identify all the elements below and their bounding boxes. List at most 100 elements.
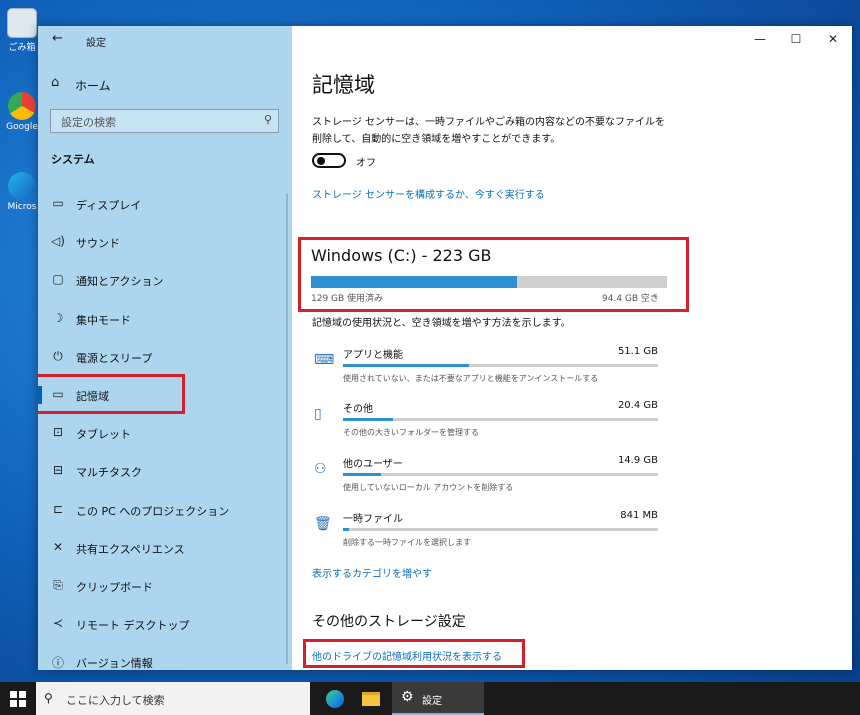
close-button[interactable]: ✕ [823, 32, 843, 46]
window-title: 設定 [86, 38, 106, 49]
taskbar-edge-button[interactable] [320, 686, 350, 711]
drive-usage-bar [311, 276, 667, 288]
taskbar-search-box[interactable]: ⚲ ここに入力して検索 [36, 682, 310, 715]
info-icon: ⓘ [51, 656, 64, 670]
back-arrow-icon[interactable]: ← [52, 31, 63, 46]
power-icon: ⏻ [53, 349, 63, 363]
taskbar-settings-button[interactable]: ⚙ 設定 [392, 682, 484, 715]
settings-search-box[interactable]: ⚲ [50, 109, 279, 133]
taskbar-search-placeholder: ここに入力して検索 [66, 694, 165, 707]
folder-icon: ▯ [314, 406, 322, 422]
other-drives-usage-link[interactable]: 他のドライブの記憶域利用状況を表示する [312, 648, 502, 663]
settings-search-input[interactable] [59, 111, 253, 133]
windows-start-icon[interactable] [10, 691, 26, 707]
edge-shortcut[interactable]: Micros [4, 172, 40, 212]
sidebar-item-focus-assist[interactable]: ☽ 集中モード [38, 303, 288, 335]
tablet-icon: ⊡ [52, 425, 64, 439]
home-label: ホーム [75, 79, 111, 93]
notification-icon: ▢ [52, 272, 64, 286]
sidebar-item-label: 電源とスリープ [76, 352, 153, 365]
sidebar-item-power-sleep[interactable]: ⏻ 電源とスリープ [38, 341, 288, 373]
category-bar-fill [343, 528, 350, 531]
multitask-icon: ⊟ [52, 463, 64, 477]
storage-sense-toggle[interactable] [312, 153, 346, 168]
remote-desktop-icon: ≺ [52, 616, 64, 630]
category-name: その他 [343, 404, 373, 415]
page-title: 記憶域 [312, 73, 375, 97]
category-name: アプリと機能 [343, 350, 403, 361]
sidebar-item-projection[interactable]: ⊏ この PC へのプロジェクション [38, 494, 288, 526]
desktop-icon-label: Google [6, 122, 38, 132]
main-content: — ☐ ✕ 記憶域 ストレージ センサーは、一時ファイルやごみ箱の内容などの不要… [292, 26, 852, 670]
projection-icon: ⊏ [52, 502, 64, 516]
clipboard-icon: ⎘ [53, 578, 63, 592]
category-bar [343, 528, 658, 531]
home-link[interactable]: ⌂ ホーム [38, 73, 292, 95]
titlebar: ← 設定 [38, 26, 292, 54]
show-more-categories-link[interactable]: 表示するカテゴリを増やす [312, 565, 432, 580]
sidebar-item-label: マルチタスク [76, 466, 142, 479]
sidebar-item-display[interactable]: ▭ ディスプレイ [38, 188, 288, 220]
gear-icon: ⚙ [401, 689, 414, 705]
sidebar: ← 設定 ⌂ ホーム ⚲ システム ▭ ディスプレイ ◁) サウンド ▢ 通知と… [38, 26, 292, 670]
users-icon: ⚇ [314, 461, 327, 477]
category-size: 51.1 GB [617, 346, 658, 357]
drive-title: Windows (C:) - 223 GB [311, 246, 492, 265]
sidebar-item-label: ディスプレイ [76, 199, 142, 212]
sidebar-scrollbar[interactable] [286, 194, 288, 664]
sidebar-item-label: サウンド [76, 237, 120, 250]
taskbar-settings-label: 設定 [422, 696, 442, 707]
sidebar-item-shared-experiences[interactable]: ✕ 共有エクスペリエンス [38, 532, 288, 564]
category-size: 20.4 GB [617, 400, 658, 411]
category-apps[interactable]: ⌨ アプリと機能 51.1 GB 使用されていない、または不要なアプリと機能をア… [312, 346, 662, 401]
category-size: 841 MB [620, 510, 658, 521]
category-name: 一時ファイル [343, 514, 403, 525]
section-header: システム [51, 153, 95, 166]
home-icon: ⌂ [51, 75, 60, 90]
category-other[interactable]: ▯ その他 20.4 GB その他の大きいフォルダーを管理する [312, 400, 662, 455]
sidebar-item-sound[interactable]: ◁) サウンド [38, 226, 288, 258]
category-bar [343, 364, 658, 367]
highlight-box-storage [38, 374, 185, 414]
category-bar-fill [343, 473, 381, 476]
taskbar-file-explorer-button[interactable] [356, 686, 386, 711]
recycle-bin-shortcut[interactable]: ごみ箱 [4, 8, 40, 53]
sidebar-item-about[interactable]: ⓘ バージョン情報 [38, 646, 288, 670]
apps-icon: ⌨ [314, 352, 335, 368]
maximize-button[interactable]: ☐ [786, 32, 806, 46]
toggle-knob [317, 157, 325, 165]
sidebar-item-remote-desktop[interactable]: ≺ リモート デスクトップ [38, 608, 288, 640]
chrome-icon [8, 92, 36, 120]
shared-experience-icon: ✕ [52, 540, 64, 554]
category-size: 14.9 GB [617, 455, 658, 466]
search-icon[interactable]: ⚲ [264, 113, 272, 126]
drive-usage-fill [311, 276, 518, 288]
sidebar-item-label: 通知とアクション [76, 275, 164, 288]
storage-sense-description: ストレージ センサーは、一時ファイルやごみ箱の内容などの不要なファイルを削除して… [312, 117, 665, 145]
category-name: 他のユーザー [343, 459, 403, 470]
category-bar-fill [343, 364, 469, 367]
usage-note: 記憶域の使用状況と、空き領域を増やす方法を示します。 [312, 318, 571, 329]
category-description: 削除する一時ファイルを選択します [343, 538, 471, 547]
storage-sense-configure-link[interactable]: ストレージ センサーを構成するか、今すぐ実行する [312, 186, 545, 201]
folder-icon [362, 692, 380, 706]
sidebar-item-label: タブレット [76, 428, 131, 441]
drive-free-label: 94.4 GB 空き [602, 294, 659, 304]
sidebar-item-clipboard[interactable]: ⎘ クリップボード [38, 570, 288, 602]
sidebar-item-label: クリップボード [76, 581, 153, 594]
desktop-icon-label: ごみ箱 [8, 43, 36, 53]
category-other-users[interactable]: ⚇ 他のユーザー 14.9 GB 使用していないローカル アカウントを削除する [312, 455, 662, 510]
sidebar-item-label: バージョン情報 [76, 657, 153, 670]
minimize-button[interactable]: — [750, 32, 770, 46]
sidebar-item-tablet[interactable]: ⊡ タブレット [38, 417, 288, 449]
search-icon: ⚲ [44, 691, 53, 705]
sidebar-item-notifications[interactable]: ▢ 通知とアクション [38, 264, 288, 296]
chrome-shortcut[interactable]: Google [4, 92, 40, 132]
category-temp-files[interactable]: 🗑 一時ファイル 841 MB 削除する一時ファイルを選択します [312, 510, 662, 565]
taskbar: ⚲ ここに入力して検索 ⚙ 設定 [0, 682, 860, 715]
category-description: 使用されていない、または不要なアプリと機能をアンインストールする [343, 374, 599, 383]
sidebar-item-multitasking[interactable]: ⊟ マルチタスク [38, 455, 288, 487]
other-storage-settings-heading: その他のストレージ設定 [312, 614, 466, 630]
sidebar-item-label: 集中モード [76, 314, 131, 327]
trash-icon: 🗑 [314, 516, 332, 532]
